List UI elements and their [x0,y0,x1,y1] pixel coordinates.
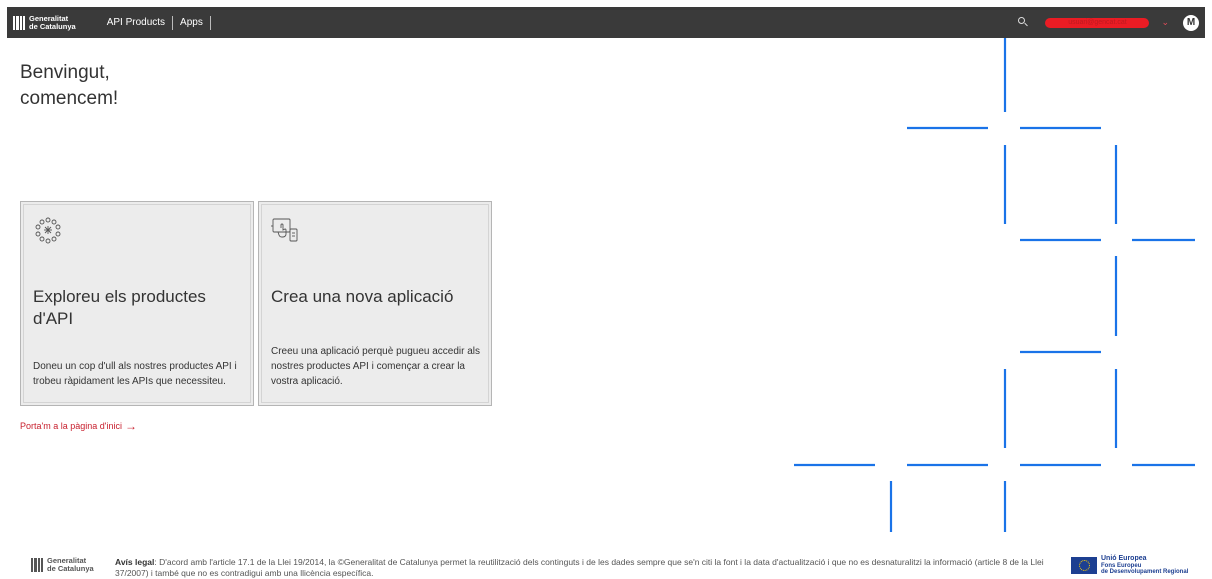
eu-line-3: de Desenvolupament Regional [1101,569,1189,575]
nav-apps[interactable]: Apps [173,17,210,28]
footer: Generalitat de Catalunya Avís legal: D'a… [0,551,1212,578]
top-navigation-bar: Generalitat de Catalunya API Products Ap… [7,7,1205,38]
user-email-redacted[interactable]: usuari@gencat.cat [1045,17,1150,28]
welcome-line-1: Benvingut, [20,62,110,83]
create-new-app-card[interactable]: Crea una nova aplicació Creeu una aplica… [258,201,492,406]
home-link[interactable]: Porta'm a la pàgina d'inici → [20,419,137,433]
legal-notice: Avís legal: D'acord amb l'article 17.1 d… [115,557,1055,579]
search-icon[interactable] [1017,16,1031,30]
welcome-line-2: comencem! [20,88,119,109]
card-title: Exploreu els productes d'API [33,287,206,328]
legal-label: Avís legal [115,557,155,567]
explore-api-products-card[interactable]: Exploreu els productes d'API Doneu un co… [20,201,254,406]
generalitat-emblem-icon [31,558,43,572]
card-title: Crea una nova aplicació [271,287,454,306]
main-nav: API Products Apps [100,15,211,30]
user-area: usuari@gencat.cat ⌄ M [1017,14,1199,31]
footer-generalitat-logo[interactable]: Generalitat de Catalunya [31,557,94,573]
footer-brand-line-2: de Catalunya [47,564,94,573]
api-network-icon [35,217,61,244]
chevron-down-icon[interactable]: ⌄ [1161,17,1169,28]
card-description: Doneu un cop d'ull als nostres productes… [33,361,237,387]
eu-funding-logo: Unió Europea Fons Europeu de Desenvolupa… [1071,555,1191,576]
avatar[interactable]: M [1183,14,1199,31]
decorative-lines [794,38,1195,532]
home-link-label: Porta'm a la pàgina d'inici [20,421,122,431]
brand-line-2: de Catalunya [29,21,76,31]
create-app-icon [271,218,298,242]
eu-flag-icon [1071,557,1097,575]
nav-api-products[interactable]: API Products [100,17,172,28]
arrow-right-icon: → [125,419,137,433]
nav-divider [209,15,211,30]
card-description: Creeu una aplicació perquè pugueu accedi… [271,346,481,387]
generalitat-emblem-icon [13,15,25,30]
legal-text: : D'acord amb l'article 17.1 de la Llei … [115,557,1044,578]
page-title: Benvingut, comencem! [20,60,118,112]
generalitat-logo[interactable]: Generalitat de Catalunya [13,14,76,31]
